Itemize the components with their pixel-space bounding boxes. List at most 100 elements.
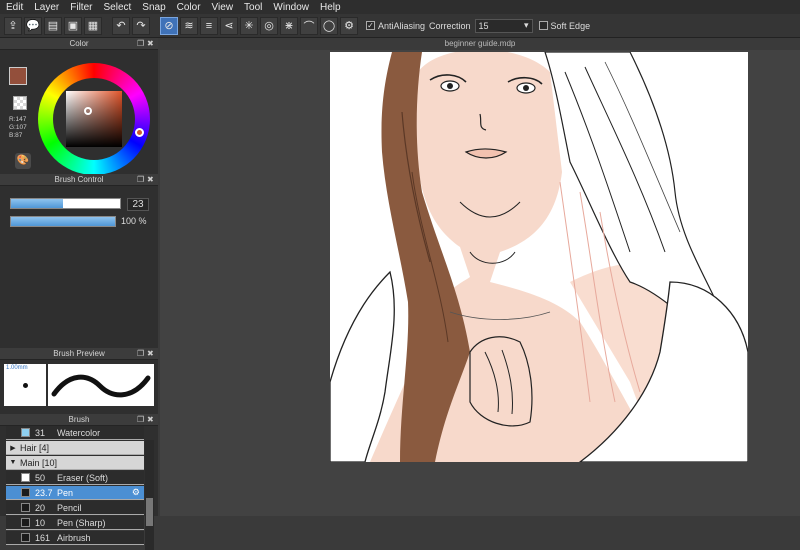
snap-grid-icon[interactable]: ≡	[200, 16, 218, 35]
hue-wheel[interactable]	[38, 63, 150, 175]
menu-snap[interactable]: Snap	[142, 2, 165, 13]
undock-icon[interactable]: ❐	[137, 38, 144, 50]
foreground-color-swatch[interactable]	[9, 67, 27, 85]
snap-settings-icon[interactable]: ⚙	[340, 16, 358, 35]
brush-size-text: 1.00mm	[6, 365, 28, 371]
brush-name: Pen	[57, 487, 74, 498]
brush-control-panel: 23 100 %	[0, 186, 158, 348]
scrollbar-thumb[interactable]	[146, 498, 153, 526]
menu-view[interactable]: View	[212, 2, 234, 13]
menu-edit[interactable]: Edit	[6, 2, 23, 13]
brush-item-airbrush[interactable]: 161 Airbrush	[6, 531, 144, 545]
grid-icon[interactable]: ▦	[84, 16, 102, 35]
background-color-swatch[interactable]	[13, 96, 27, 110]
brush-name: Pencil	[57, 502, 82, 513]
snap-off-icon[interactable]: ⊘	[160, 16, 178, 35]
snap-perspective-icon[interactable]: ⋖	[220, 16, 238, 35]
brush-item-eraser-soft[interactable]: 50 Eraser (Soft)	[6, 471, 144, 485]
soft-edge-label: Soft Edge	[550, 20, 591, 31]
close-icon[interactable]: ✖	[147, 348, 154, 360]
soft-edge-checkbox[interactable]	[538, 21, 548, 30]
snap-fan-icon[interactable]: ⋇	[280, 16, 298, 35]
snap-parallel-icon[interactable]: ≋	[180, 16, 198, 35]
rgb-readout: R:147 G:107 B:87	[9, 116, 27, 140]
brush-control-title: Brush Control ❐ ✖	[0, 174, 158, 186]
menu-select[interactable]: Select	[103, 2, 131, 13]
brush-opacity-slider[interactable]	[10, 216, 116, 227]
hue-picker-handle[interactable]	[135, 128, 144, 137]
brush-size-number: 10	[35, 517, 46, 528]
redo-icon[interactable]: ↷	[132, 16, 150, 35]
undock-icon[interactable]: ❐	[137, 348, 144, 360]
menu-help[interactable]: Help	[320, 2, 341, 13]
menu-bar: Edit Layer Filter Select Snap Color View…	[0, 0, 800, 14]
brush-tip-dot	[23, 383, 28, 388]
chevron-down-icon: ▾	[524, 20, 529, 30]
canvas-workspace[interactable]	[160, 50, 800, 516]
brush-size-number: 20	[35, 502, 46, 513]
snap-circle-icon[interactable]: ◯	[320, 16, 338, 35]
correction-select[interactable]: 15 ▾	[474, 18, 533, 33]
brush-panel-title: Brush ❐ ✖	[0, 414, 158, 426]
menu-tool[interactable]: Tool	[244, 2, 262, 13]
brush-item-pen[interactable]: 23.7 Pen ⚙	[6, 486, 144, 500]
menu-window[interactable]: Window	[273, 2, 309, 13]
snap-concentric-icon[interactable]: ◎	[260, 16, 278, 35]
close-icon[interactable]: ✖	[147, 174, 154, 186]
brush-size-fill	[11, 199, 64, 208]
close-icon[interactable]: ✖	[147, 414, 154, 426]
color-panel: R:147 G:107 B:87 🎨	[0, 50, 158, 175]
toolbar: ⇪ 💬 ▤ ▣ ▦ ↶ ↷ ⊘ ≋ ≡ ⋖ ✳ ◎ ⋇ ⌒ ◯ ⚙ ✓ Anti…	[0, 14, 800, 38]
brush-size-value[interactable]: 23	[127, 198, 149, 211]
menu-filter[interactable]: Filter	[70, 2, 92, 13]
gear-icon[interactable]: ⚙	[132, 487, 140, 498]
undock-icon[interactable]: ❐	[137, 414, 144, 426]
brush-group-main[interactable]: ▼ Main [10]	[6, 456, 144, 470]
brush-name: Watercolor	[57, 427, 101, 438]
layout-icon[interactable]: ▣	[64, 16, 82, 35]
brush-swatch	[21, 533, 30, 542]
expand-arrow-icon[interactable]: ▶	[6, 444, 20, 452]
brush-swatch	[21, 503, 30, 512]
close-icon[interactable]: ✖	[147, 38, 154, 50]
share-icon[interactable]: ⇪	[4, 16, 22, 35]
antialiasing-label: AntiAliasing	[378, 20, 426, 31]
group-name: Main [10]	[20, 457, 58, 468]
undock-icon[interactable]: ❐	[137, 174, 144, 186]
brush-name: Airbrush	[57, 532, 91, 543]
brush-size-number: 31	[35, 427, 46, 438]
menu-color[interactable]: Color	[177, 2, 201, 13]
brush-swatch	[21, 518, 30, 527]
undo-icon[interactable]: ↶	[112, 16, 130, 35]
palette-icon[interactable]: 🎨	[15, 153, 31, 169]
snap-curve-icon[interactable]: ⌒	[300, 16, 318, 35]
document-tab[interactable]: beginner guide.mdp	[160, 38, 800, 50]
saturation-value-square[interactable]	[66, 91, 122, 147]
artwork-illustration	[330, 52, 748, 462]
group-name: Hair [4]	[20, 442, 50, 453]
drawing-canvas[interactable]	[330, 52, 748, 462]
comment-icon[interactable]: 💬	[24, 16, 42, 35]
brush-item-watercolor[interactable]: 31 Watercolor	[6, 426, 144, 440]
brush-list-scrollbar[interactable]	[145, 440, 154, 550]
brush-preview-panel: 1.00mm	[0, 360, 158, 414]
menu-layer[interactable]: Layer	[34, 2, 59, 13]
color-panel-title: Color ❐ ✖	[0, 38, 158, 50]
green-value: G:107	[9, 124, 27, 131]
collapse-arrow-icon[interactable]: ▼	[6, 459, 20, 466]
snap-radial-icon[interactable]: ✳	[240, 16, 258, 35]
brush-swatch	[21, 428, 30, 437]
document-title: beginner guide.mdp	[444, 39, 516, 48]
brush-tip-preview: 1.00mm	[4, 364, 46, 406]
brush-item-pencil[interactable]: 20 Pencil	[6, 501, 144, 515]
sv-picker-handle[interactable]	[84, 107, 92, 115]
antialiasing-checkbox[interactable]: ✓	[366, 21, 375, 30]
brush-group-hair[interactable]: ▶ Hair [4]	[6, 441, 144, 455]
blue-value: B:87	[9, 132, 23, 139]
brush-preview-title: Brush Preview ❐ ✖	[0, 348, 158, 360]
brush-size-slider[interactable]	[10, 198, 121, 209]
brush-item-pen-sharp[interactable]: 10 Pen (Sharp)	[6, 516, 144, 530]
brush-opacity-fill	[11, 217, 115, 226]
chat-icon[interactable]: ▤	[44, 16, 62, 35]
brush-control-title-text: Brush Control	[54, 175, 104, 184]
